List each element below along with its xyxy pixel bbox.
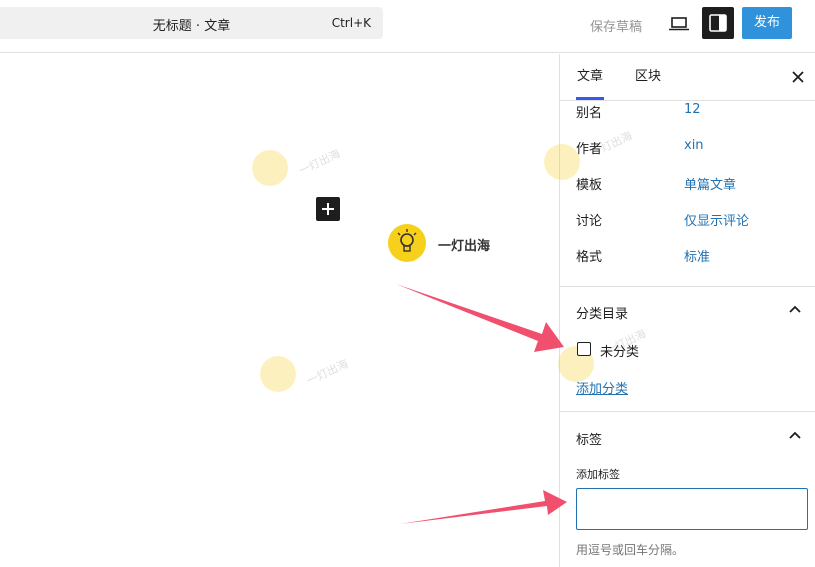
meta-key: 格式 bbox=[576, 250, 603, 265]
bulb-icon bbox=[388, 224, 426, 262]
bulb-icon bbox=[252, 150, 288, 186]
close-icon bbox=[792, 71, 804, 83]
meta-value[interactable]: 12 bbox=[684, 102, 701, 117]
add-tag-label: 添加标签 bbox=[576, 468, 620, 481]
meta-key: 作者 bbox=[576, 142, 603, 157]
watermark: 一灯出海 bbox=[260, 344, 400, 404]
tags-panel-title[interactable]: 标签 bbox=[576, 429, 602, 448]
block-inserter-button[interactable] bbox=[316, 197, 340, 221]
chevron-up-icon[interactable] bbox=[787, 302, 803, 318]
sidebar-icon bbox=[709, 14, 727, 32]
preview-button[interactable] bbox=[665, 10, 693, 38]
add-category-link[interactable]: 添加分类 bbox=[576, 378, 628, 397]
brand-name: 一灯出海 bbox=[438, 239, 491, 254]
bulb-icon bbox=[260, 356, 296, 392]
command-bar[interactable]: 无标题 · 文章 Ctrl+K bbox=[0, 7, 383, 39]
settings-sidebar-toggle[interactable] bbox=[702, 7, 734, 39]
plus-icon bbox=[322, 203, 334, 215]
divider bbox=[560, 411, 815, 412]
meta-value[interactable]: 单篇文章 bbox=[684, 174, 736, 193]
editor-canvas[interactable]: 一灯出海 一灯出海 一灯出海 bbox=[0, 54, 559, 567]
meta-row-discussion: 讨论 仅显示评论 bbox=[576, 210, 806, 230]
meta-row-slug: 别名 12 bbox=[576, 102, 806, 122]
shortcut-hint: Ctrl+K bbox=[331, 16, 371, 30]
document-title: 无标题 · 文章 bbox=[152, 19, 231, 34]
meta-row-template: 模板 单篇文章 bbox=[576, 174, 806, 194]
tab-block[interactable]: 区块 bbox=[635, 54, 661, 100]
categories-panel-title[interactable]: 分类目录 bbox=[576, 303, 628, 322]
meta-key: 讨论 bbox=[576, 214, 603, 229]
settings-sidebar: 文章 区块 一灯出海 一灯出海 别名 12 作者 xin 模板 单篇文章 讨论 … bbox=[544, 54, 815, 567]
publish-button[interactable]: 发布 bbox=[742, 7, 792, 39]
meta-key: 别名 bbox=[576, 106, 603, 121]
add-tag-input[interactable] bbox=[576, 488, 808, 530]
brand-logo: 一灯出海 bbox=[388, 224, 528, 262]
meta-value[interactable]: 标准 bbox=[684, 246, 710, 265]
category-checkbox[interactable] bbox=[577, 342, 591, 356]
meta-key: 模板 bbox=[576, 178, 603, 193]
category-label: 未分类 bbox=[600, 345, 640, 360]
tab-post[interactable]: 文章 bbox=[576, 54, 604, 100]
sidebar-tabs: 文章 区块 bbox=[560, 54, 815, 101]
tag-help-text: 用逗号或回车分隔。 bbox=[576, 543, 685, 557]
meta-row-format: 格式 标准 bbox=[576, 246, 806, 266]
watermark: 一灯出海 bbox=[252, 138, 392, 198]
meta-value[interactable]: xin bbox=[684, 138, 704, 153]
chevron-up-icon[interactable] bbox=[787, 428, 803, 444]
meta-value[interactable]: 仅显示评论 bbox=[684, 210, 749, 229]
close-sidebar-button[interactable] bbox=[788, 67, 808, 87]
divider bbox=[560, 286, 815, 287]
meta-row-author: 作者 xin bbox=[576, 138, 806, 158]
laptop-icon bbox=[669, 17, 689, 31]
editor-header: 无标题 · 文章 Ctrl+K 保存草稿 发布 bbox=[0, 0, 815, 53]
save-draft-button[interactable]: 保存草稿 bbox=[590, 16, 642, 35]
